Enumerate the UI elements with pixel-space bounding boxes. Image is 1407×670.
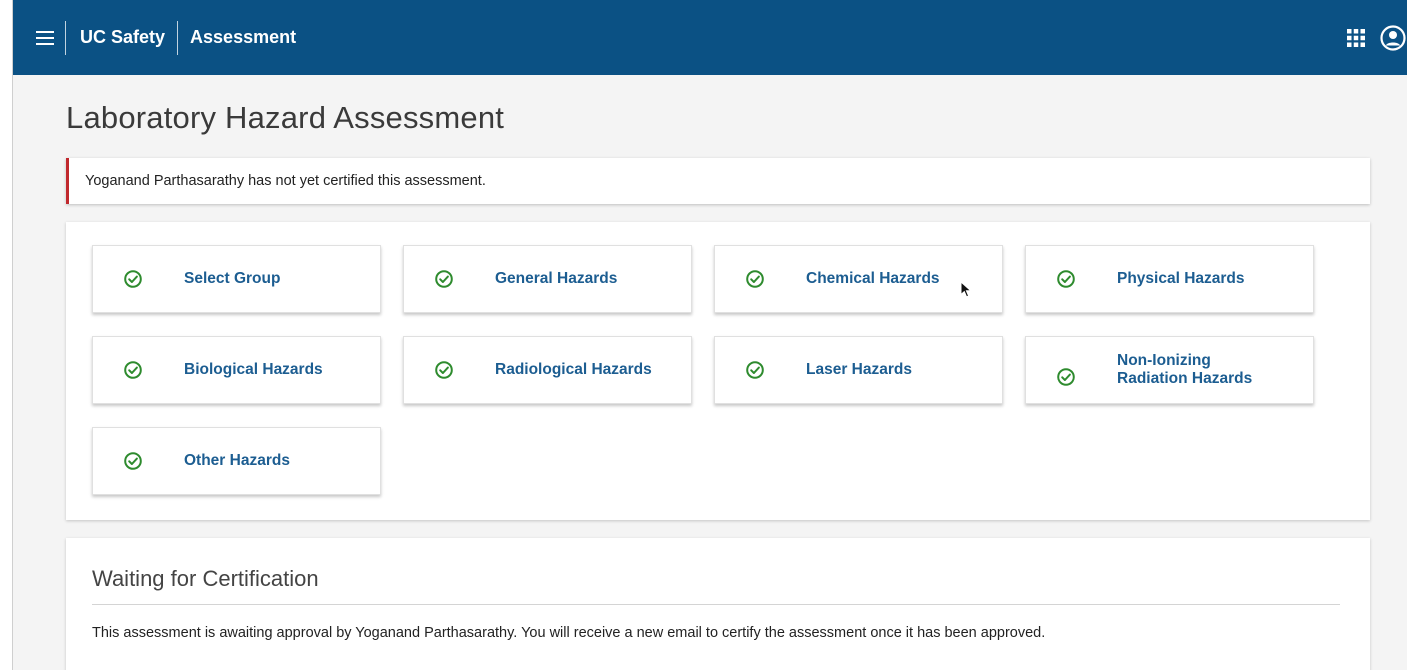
certification-card: Waiting for Certification This assessmen…	[66, 538, 1370, 670]
step-label: Select Group	[184, 270, 281, 287]
step-laser-hazards[interactable]: Laser Hazards	[714, 336, 1003, 404]
header-actions	[1342, 0, 1407, 75]
step-label: Chemical Hazards	[806, 270, 940, 287]
check-circle-icon	[435, 270, 453, 288]
account-circle-icon[interactable]	[1378, 23, 1407, 53]
step-biological-hazards[interactable]: Biological Hazards	[92, 336, 381, 404]
step-chemical-hazards[interactable]: Chemical Hazards	[714, 245, 1003, 313]
alert-text: Yoganand Parthasarathy has not yet certi…	[85, 173, 486, 189]
step-non-ionizing-radiation-hazards[interactable]: Non-Ionizing Radiation Hazards	[1025, 336, 1314, 404]
check-circle-icon	[1057, 270, 1075, 288]
certification-alert: Yoganand Parthasarathy has not yet certi…	[66, 158, 1370, 204]
check-circle-icon	[124, 270, 142, 288]
step-label-line2: Radiation Hazards	[1117, 370, 1253, 387]
app-title[interactable]: UC Safety	[66, 27, 177, 48]
assessment-steps-card: Select Group General Hazards Chemical Ha…	[66, 222, 1370, 520]
step-physical-hazards[interactable]: Physical Hazards	[1025, 245, 1314, 313]
step-general-hazards[interactable]: General Hazards	[403, 245, 692, 313]
mouse-pointer-icon	[960, 281, 973, 298]
check-circle-icon	[746, 270, 764, 288]
hamburger-menu-icon[interactable]	[25, 18, 65, 58]
app-frame: UC Safety Assessment Laboratory Hazard A…	[12, 0, 1407, 670]
step-label: General Hazards	[495, 270, 618, 287]
check-circle-icon	[1057, 368, 1075, 386]
step-label: Radiological Hazards	[495, 361, 652, 378]
check-circle-icon	[124, 361, 142, 379]
step-label: Non-Ionizing Radiation Hazards	[1117, 352, 1252, 388]
certification-title: Waiting for Certification	[92, 566, 319, 591]
check-circle-icon	[746, 361, 764, 379]
step-label: Laser Hazards	[806, 361, 912, 378]
page-breadcrumb[interactable]: Assessment	[178, 27, 296, 48]
certification-divider	[92, 604, 1340, 605]
check-circle-icon	[124, 452, 142, 470]
top-app-bar: UC Safety Assessment	[13, 0, 1407, 75]
step-label-line1: Non-Ionizing	[1117, 352, 1211, 369]
apps-grid-icon[interactable]	[1342, 24, 1370, 52]
step-radiological-hazards[interactable]: Radiological Hazards	[403, 336, 692, 404]
step-other-hazards[interactable]: Other Hazards	[92, 427, 381, 495]
step-select-group[interactable]: Select Group	[92, 245, 381, 313]
step-label: Biological Hazards	[184, 361, 323, 378]
certification-text: This assessment is awaiting approval by …	[92, 625, 1046, 641]
check-circle-icon	[435, 361, 453, 379]
page-title: Laboratory Hazard Assessment	[66, 100, 505, 135]
step-label: Other Hazards	[184, 452, 290, 469]
step-label: Physical Hazards	[1117, 270, 1245, 287]
